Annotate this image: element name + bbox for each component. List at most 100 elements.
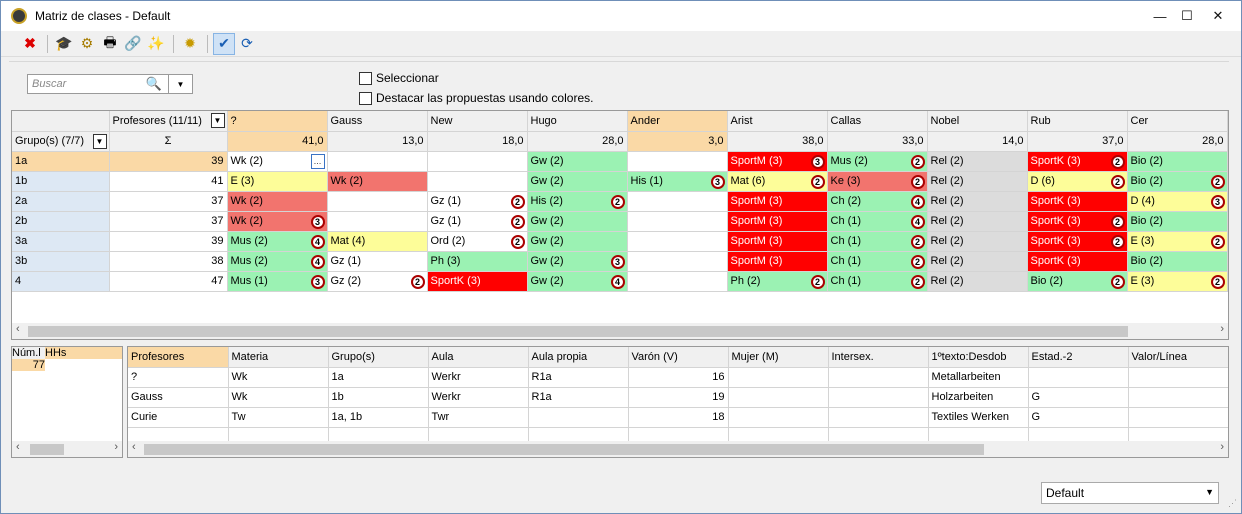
- matrix-cell[interactable]: Bio (2) 2: [1027, 271, 1128, 292]
- matrix-cell[interactable]: Wk (2): [227, 191, 328, 212]
- detail-cell[interactable]: [728, 387, 829, 408]
- print-icon[interactable]: 🖶: [99, 33, 121, 55]
- detail-cell[interactable]: G: [1028, 387, 1129, 408]
- matrix-cell[interactable]: SportM (3): [727, 191, 828, 212]
- detail-cell[interactable]: Tw: [228, 407, 329, 428]
- detail-cell[interactable]: [1128, 367, 1228, 388]
- checkbox-box[interactable]: [359, 71, 372, 85]
- matrix-cell[interactable]: Rel (2): [927, 271, 1028, 292]
- matrix-cell[interactable]: Wk (2) 3: [227, 211, 328, 232]
- scroll-right-icon[interactable]: ›: [1220, 441, 1224, 453]
- detail-cell[interactable]: [728, 367, 829, 388]
- detail-cell[interactable]: G: [1028, 407, 1129, 428]
- detail-cell[interactable]: Textiles Werken: [928, 407, 1029, 428]
- matrix-cell[interactable]: E (3): [227, 171, 328, 192]
- teacher-header[interactable]: Callas: [827, 111, 928, 132]
- scroll-left-icon[interactable]: ‹: [132, 441, 136, 453]
- detail-column-header[interactable]: 1ºtexto:Desdob: [928, 347, 1029, 368]
- detail-cell[interactable]: Wk: [228, 367, 329, 388]
- matrix-cell[interactable]: Ch (1) 2: [827, 271, 928, 292]
- matrix-cell[interactable]: Gz (2) 2: [327, 271, 428, 292]
- matrix-cell[interactable]: [427, 151, 528, 172]
- resize-grip-icon[interactable]: ⋰: [1228, 498, 1237, 509]
- detail-cell[interactable]: Werkr: [428, 367, 529, 388]
- group-label[interactable]: 2a: [12, 191, 110, 212]
- group-label[interactable]: 1a: [12, 151, 110, 172]
- matrix-cell[interactable]: D (6) 2: [1027, 171, 1128, 192]
- matrix-cell[interactable]: [627, 271, 728, 292]
- detail-cell[interactable]: 18: [628, 407, 729, 428]
- detail-cell[interactable]: [728, 407, 829, 428]
- matrix-cell[interactable]: Gw (2) 3: [527, 251, 628, 272]
- matrix-cell[interactable]: Gz (1) 2: [427, 211, 528, 232]
- matrix-cell[interactable]: Bio (2): [1127, 151, 1228, 172]
- matrix-cell[interactable]: Gw (2): [527, 211, 628, 232]
- select-checkbox[interactable]: Seleccionar: [359, 71, 439, 85]
- detail-column-header[interactable]: Aula: [428, 347, 529, 368]
- detail-cell[interactable]: [1028, 367, 1129, 388]
- view-select[interactable]: Default ▼: [1041, 482, 1219, 504]
- matrix-cell[interactable]: [627, 231, 728, 252]
- detail-cell[interactable]: [1128, 387, 1228, 408]
- matrix-cell[interactable]: E (3) 2: [1127, 271, 1228, 292]
- matrix-cell[interactable]: Ch (1) 2: [827, 251, 928, 272]
- group-label[interactable]: 1b: [12, 171, 110, 192]
- detail-cell[interactable]: Twr: [428, 407, 529, 428]
- detail-cell[interactable]: Werkr: [428, 387, 529, 408]
- delete-icon[interactable]: ✖: [19, 33, 41, 55]
- summary-horizontal-scrollbar[interactable]: ‹ ›: [12, 441, 122, 457]
- matrix-cell[interactable]: His (2) 2: [527, 191, 628, 212]
- matrix-cell[interactable]: Bio (2) 2: [1127, 171, 1228, 192]
- group-label[interactable]: 3b: [12, 251, 110, 272]
- matrix-cell[interactable]: Mus (1) 3: [227, 271, 328, 292]
- teacher-header[interactable]: Nobel: [927, 111, 1028, 132]
- search-input[interactable]: Buscar 🔍 ▼: [27, 74, 193, 94]
- detail-cell[interactable]: [828, 367, 929, 388]
- matrix-cell[interactable]: [627, 151, 728, 172]
- settings-icon[interactable]: ✹: [179, 33, 201, 55]
- detail-column-header[interactable]: Mujer (M): [728, 347, 829, 368]
- detail-cell[interactable]: [528, 407, 629, 428]
- matrix-cell[interactable]: SportM (3) 3: [727, 151, 828, 172]
- matrix-cell[interactable]: Gw (2) 4: [527, 271, 628, 292]
- group-label[interactable]: 2b: [12, 211, 110, 232]
- matrix-cell[interactable]: SportK (3): [1027, 251, 1128, 272]
- matrix-cell[interactable]: Ph (3): [427, 251, 528, 272]
- detail-column-header[interactable]: Varón (V): [628, 347, 729, 368]
- matrix-cell[interactable]: Ord (2) 2: [427, 231, 528, 252]
- teacher-header[interactable]: New: [427, 111, 528, 132]
- chevron-down-icon[interactable]: ▼: [210, 113, 225, 128]
- teacher-header[interactable]: Rub: [1027, 111, 1128, 132]
- highlight-checkbox[interactable]: Destacar las propuestas usando colores.: [359, 91, 593, 105]
- matrix-cell[interactable]: SportK (3) 2: [1027, 211, 1128, 232]
- matrix-cell[interactable]: Rel (2): [927, 251, 1028, 272]
- chevron-down-icon[interactable]: ▼: [92, 133, 107, 149]
- group-label[interactable]: 4: [12, 271, 110, 292]
- matrix-cell[interactable]: Rel (2): [927, 231, 1028, 252]
- detail-cell[interactable]: 16: [628, 367, 729, 388]
- matrix-horizontal-scrollbar[interactable]: ‹ ›: [12, 323, 1228, 339]
- scroll-thumb[interactable]: [144, 444, 984, 455]
- matrix-cell[interactable]: Rel (2): [927, 151, 1028, 172]
- refresh-icon[interactable]: ⟳: [236, 33, 258, 55]
- table-row[interactable]: Gauss Wk 1b Werkr R1a 19 Holzarbeiten G: [128, 387, 1228, 408]
- scroll-thumb[interactable]: [30, 444, 64, 455]
- matrix-cell[interactable]: Rel (2): [927, 171, 1028, 192]
- details-horizontal-scrollbar[interactable]: ‹ ›: [128, 441, 1228, 457]
- detail-cell[interactable]: 1a: [328, 367, 429, 388]
- detail-column-header[interactable]: Materia: [228, 347, 329, 368]
- hhs-value[interactable]: [45, 359, 122, 371]
- matrix-cell[interactable]: Rel (2): [927, 191, 1028, 212]
- groups-header[interactable]: Grupo(s) (7/7) ▼: [12, 131, 110, 152]
- matrix-cell[interactable]: Mat (4): [327, 231, 428, 252]
- detail-cell[interactable]: [1128, 407, 1228, 428]
- detail-cell[interactable]: [828, 407, 929, 428]
- detail-column-header[interactable]: Profesores: [128, 347, 229, 368]
- link-icon[interactable]: 🔗: [122, 33, 144, 55]
- cell-ellipsis-button[interactable]: …: [310, 153, 325, 169]
- detail-cell[interactable]: Holzarbeiten: [928, 387, 1029, 408]
- matrix-cell[interactable]: SportM (3): [727, 211, 828, 232]
- group-label[interactable]: 3a: [12, 231, 110, 252]
- matrix-cell[interactable]: SportK (3) 2: [1027, 231, 1128, 252]
- teacher-header[interactable]: ?: [227, 111, 328, 132]
